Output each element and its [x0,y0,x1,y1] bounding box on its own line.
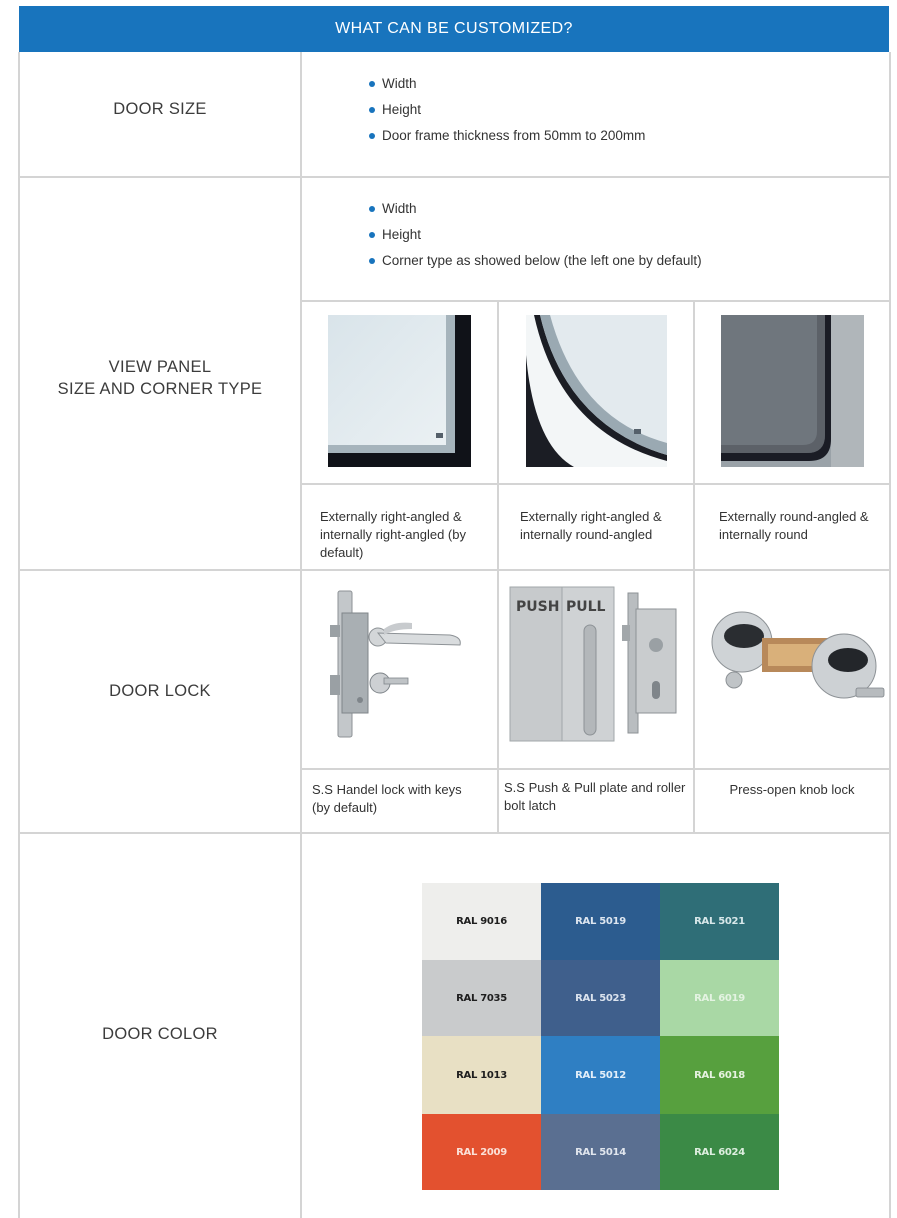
color-swatch: RAL 5021 [660,883,779,960]
color-swatch: RAL 6019 [660,960,779,1036]
handle-lock-image [320,585,470,745]
view-panel-list: Width Height Corner type as showed below… [368,196,702,274]
corner-type-1-caption: Externally right-angled & internally rig… [320,509,466,560]
row-divider [300,300,891,302]
color-swatch: RAL 7035 [422,960,541,1036]
color-swatch-code: RAL 6018 [694,1069,745,1081]
list-item: Width [368,71,645,97]
color-swatch-code: RAL 5019 [575,916,626,927]
outer-right-border [889,52,891,1218]
list-item: Corner type as showed below (the left on… [368,248,702,274]
view-panel-label-line2: SIZE AND CORNER TYPE [57,380,263,398]
label-column-divider [300,52,302,1218]
knob-lock-caption: Press-open knob lock [729,782,855,797]
corner-type-3-image [721,315,864,467]
cell-divider [497,569,499,833]
color-swatch-code: RAL 7035 [456,992,507,1004]
list-item: Door frame thickness from 50mm to 200mm [368,123,645,149]
color-swatch: RAL 9016 [422,883,541,960]
view-panel-label: VIEW PANEL SIZE AND CORNER TYPE [20,356,300,400]
color-swatch: RAL 2009 [422,1114,541,1190]
table-header: WHAT CAN BE CUSTOMIZED? [19,6,889,52]
color-swatch-code: RAL 1013 [456,1069,507,1081]
view-panel-label-line1: VIEW PANEL [108,358,212,376]
color-swatch-code: RAL 2009 [456,1146,507,1158]
color-swatch-code: RAL 5014 [575,1146,626,1158]
corner-type-2-caption: Externally right-angled & internally rou… [520,509,662,542]
cell-divider [497,300,499,570]
door-size-list: Width Height Door frame thickness from 5… [368,71,645,149]
row-divider [300,768,891,770]
color-swatch-code: RAL 5023 [575,992,626,1004]
color-swatch-code: RAL 6019 [694,992,745,1004]
corner-type-3-caption: Externally round-angled & internally rou… [719,509,869,542]
color-swatch-code: RAL 5021 [694,916,745,927]
color-swatch: RAL 1013 [422,1036,541,1114]
color-swatch-code: RAL 9016 [456,916,507,927]
knob-lock-image [702,592,887,732]
list-item: Height [368,97,645,123]
pull-text: PULL [566,599,606,615]
color-swatch-grid: RAL 9016 RAL 5019 RAL 5021 RAL 7035 RAL 5023… [422,883,779,1190]
push-pull-caption: S.S Push & Pull plate and roller bolt la… [504,780,686,813]
door-size-label: DOOR SIZE [113,100,207,118]
color-swatch: RAL 6024 [660,1114,779,1190]
cell-divider [693,300,695,570]
color-swatch: RAL 5023 [541,960,660,1036]
handle-lock-caption: S.S Handel lock with keys (by default) [312,782,462,815]
color-swatch: RAL 5012 [541,1036,660,1114]
push-pull-plate-image: PUSH PULL [506,585,686,745]
color-swatch-code: RAL 5012 [575,1069,626,1081]
color-swatch: RAL 5019 [541,883,660,960]
list-item: Height [368,222,702,248]
color-swatch: RAL 5014 [541,1114,660,1190]
row-divider [18,832,891,834]
corner-type-2-image [526,315,667,467]
color-swatch: RAL 6018 [660,1036,779,1114]
customization-table: WHAT CAN BE CUSTOMIZED? DOOR SIZE Width … [0,0,897,1218]
list-item: Width [368,196,702,222]
door-color-label: DOOR COLOR [102,1025,218,1043]
color-swatch-code: RAL 6024 [694,1146,745,1158]
row-divider [18,569,891,571]
push-text: PUSH [516,599,559,615]
row-divider [300,483,891,485]
row-divider [18,176,891,178]
door-lock-label: DOOR LOCK [109,682,211,700]
corner-type-1-image [328,315,471,467]
